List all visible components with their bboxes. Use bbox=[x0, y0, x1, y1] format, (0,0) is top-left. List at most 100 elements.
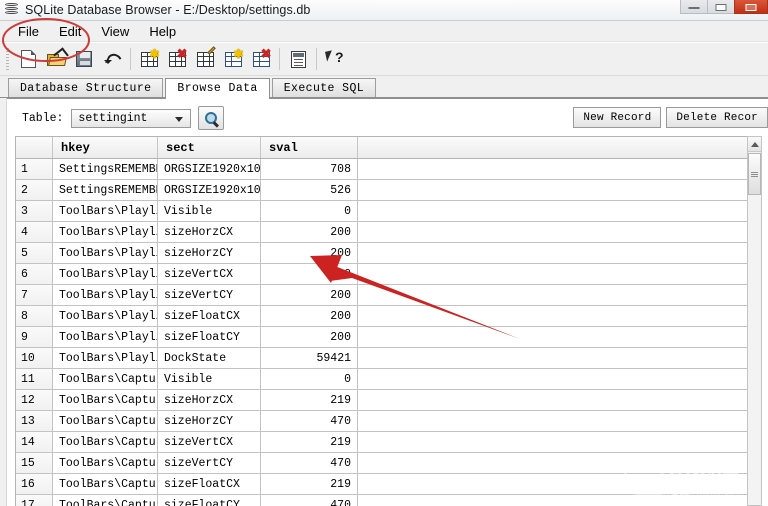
cell-rownum[interactable]: 3 bbox=[16, 201, 53, 221]
cell-sval[interactable]: 219 bbox=[261, 432, 358, 452]
table-row[interactable]: 11ToolBars\CaptureVisible0 bbox=[16, 369, 753, 390]
cell-sect[interactable]: sizeFloatCY bbox=[158, 327, 261, 347]
cell-rownum[interactable]: 5 bbox=[16, 243, 53, 263]
cell-sval[interactable]: 0 bbox=[261, 369, 358, 389]
cell-filler[interactable] bbox=[358, 348, 753, 368]
data-grid-viewport[interactable]: hkey sect sval 1SettingsREMEMBERORGSIZE1… bbox=[15, 136, 753, 506]
cell-filler[interactable] bbox=[358, 243, 753, 263]
cell-filler[interactable] bbox=[358, 432, 753, 452]
cell-rownum[interactable]: 6 bbox=[16, 264, 53, 284]
create-index-button[interactable]: ✱ bbox=[219, 45, 247, 73]
cell-sval[interactable]: 470 bbox=[261, 411, 358, 431]
delete-record-button[interactable]: Delete Recor bbox=[666, 107, 768, 128]
cell-hkey[interactable]: ToolBars\Playlis bbox=[53, 348, 158, 368]
cell-hkey[interactable]: ToolBars\Capture bbox=[53, 474, 158, 494]
cell-sect[interactable]: sizeHorzCY bbox=[158, 411, 261, 431]
cell-rownum[interactable]: 10 bbox=[16, 348, 53, 368]
cell-rownum[interactable]: 8 bbox=[16, 306, 53, 326]
cell-sect[interactable]: sizeVertCY bbox=[158, 453, 261, 473]
cell-rownum[interactable]: 2 bbox=[16, 180, 53, 200]
revert-button[interactable] bbox=[98, 45, 126, 73]
cell-sect[interactable]: sizeHorzCX bbox=[158, 390, 261, 410]
cell-filler[interactable] bbox=[358, 264, 753, 284]
cell-filler[interactable] bbox=[358, 306, 753, 326]
cell-filler[interactable] bbox=[358, 201, 753, 221]
cell-sect[interactable]: Visible bbox=[158, 369, 261, 389]
delete-index-button[interactable]: ✖ bbox=[247, 45, 275, 73]
cell-sval[interactable]: 219 bbox=[261, 390, 358, 410]
modify-table-button[interactable] bbox=[191, 45, 219, 73]
cell-sect[interactable]: sizeFloatCX bbox=[158, 474, 261, 494]
table-row[interactable]: 16ToolBars\CapturesizeFloatCX219 bbox=[16, 474, 753, 495]
cell-rownum[interactable]: 12 bbox=[16, 390, 53, 410]
cell-sval[interactable]: 200 bbox=[261, 243, 358, 263]
table-row[interactable]: 2SettingsREMEMBERORGSIZE1920x1080526 bbox=[16, 180, 753, 201]
cell-sect[interactable]: Visible bbox=[158, 201, 261, 221]
cell-sval[interactable]: 200 bbox=[261, 285, 358, 305]
whats-this-button[interactable]: ? bbox=[321, 45, 349, 73]
cell-sval[interactable]: 0 bbox=[261, 201, 358, 221]
table-row[interactable]: 3ToolBars\PlaylisVisible0 bbox=[16, 201, 753, 222]
create-table-button[interactable]: ✱ bbox=[135, 45, 163, 73]
cell-rownum[interactable]: 7 bbox=[16, 285, 53, 305]
menu-edit[interactable]: Edit bbox=[49, 22, 91, 41]
cell-hkey[interactable]: SettingsREMEMBER bbox=[53, 180, 158, 200]
grid-header-sect[interactable]: sect bbox=[158, 137, 261, 158]
close-button[interactable] bbox=[734, 0, 768, 14]
cell-rownum[interactable]: 13 bbox=[16, 411, 53, 431]
cell-hkey[interactable]: ToolBars\Playlis bbox=[53, 243, 158, 263]
vertical-scrollbar[interactable] bbox=[747, 136, 762, 506]
cell-filler[interactable] bbox=[358, 222, 753, 242]
cell-filler[interactable] bbox=[358, 495, 753, 506]
cell-sect[interactable]: ORGSIZE1920x1080 bbox=[158, 159, 261, 179]
cell-filler[interactable] bbox=[358, 453, 753, 473]
menu-view[interactable]: View bbox=[91, 22, 139, 41]
table-row[interactable]: 6ToolBars\PlaylissizeVertCX200 bbox=[16, 264, 753, 285]
cell-sect[interactable]: sizeHorzCY bbox=[158, 243, 261, 263]
cell-sval[interactable]: 200 bbox=[261, 306, 358, 326]
table-row[interactable]: 4ToolBars\PlaylissizeHorzCX200 bbox=[16, 222, 753, 243]
cell-hkey[interactable]: ToolBars\Playlis bbox=[53, 306, 158, 326]
cell-sval[interactable]: 470 bbox=[261, 495, 358, 506]
table-row[interactable]: 15ToolBars\CapturesizeVertCY470 bbox=[16, 453, 753, 474]
cell-rownum[interactable]: 16 bbox=[16, 474, 53, 494]
table-row[interactable]: 7ToolBars\PlaylissizeVertCY200 bbox=[16, 285, 753, 306]
cell-rownum[interactable]: 11 bbox=[16, 369, 53, 389]
cell-filler[interactable] bbox=[358, 411, 753, 431]
table-select[interactable]: settingint bbox=[71, 109, 191, 128]
cell-hkey[interactable]: ToolBars\Capture bbox=[53, 453, 158, 473]
log-button[interactable] bbox=[284, 45, 312, 73]
save-button[interactable] bbox=[70, 45, 98, 73]
cell-sval[interactable]: 200 bbox=[261, 327, 358, 347]
maximize-button[interactable] bbox=[707, 0, 735, 14]
table-row[interactable]: 13ToolBars\CapturesizeHorzCY470 bbox=[16, 411, 753, 432]
cell-sval[interactable]: 219 bbox=[261, 474, 358, 494]
cell-hkey[interactable]: ToolBars\Playlis bbox=[53, 327, 158, 347]
cell-sect[interactable]: sizeVertCX bbox=[158, 264, 261, 284]
toolbar-grip[interactable] bbox=[6, 48, 9, 70]
cell-hkey[interactable]: ToolBars\Capture bbox=[53, 432, 158, 452]
cell-rownum[interactable]: 1 bbox=[16, 159, 53, 179]
cell-hkey[interactable]: ToolBars\Playlis bbox=[53, 201, 158, 221]
cell-filler[interactable] bbox=[358, 474, 753, 494]
scrollbar-thumb[interactable] bbox=[748, 153, 761, 195]
open-database-button[interactable] bbox=[42, 45, 70, 73]
cell-filler[interactable] bbox=[358, 285, 753, 305]
scroll-up-arrow[interactable] bbox=[748, 137, 761, 152]
cell-rownum[interactable]: 9 bbox=[16, 327, 53, 347]
tab-execute-sql[interactable]: Execute SQL bbox=[272, 78, 376, 98]
cell-hkey[interactable]: ToolBars\Capture bbox=[53, 369, 158, 389]
cell-sval[interactable]: 526 bbox=[261, 180, 358, 200]
search-button[interactable] bbox=[198, 106, 224, 130]
cell-rownum[interactable]: 4 bbox=[16, 222, 53, 242]
table-row[interactable]: 12ToolBars\CapturesizeHorzCX219 bbox=[16, 390, 753, 411]
table-row[interactable]: 1SettingsREMEMBERORGSIZE1920x1080708 bbox=[16, 159, 753, 180]
cell-sval[interactable]: 59421 bbox=[261, 348, 358, 368]
cell-hkey[interactable]: ToolBars\Playlis bbox=[53, 285, 158, 305]
cell-filler[interactable] bbox=[358, 180, 753, 200]
cell-sval[interactable]: 200 bbox=[261, 264, 358, 284]
table-row[interactable]: 17ToolBars\CapturesizeFloatCY470 bbox=[16, 495, 753, 506]
grid-header-sval[interactable]: sval bbox=[261, 137, 358, 158]
table-row[interactable]: 10ToolBars\PlaylisDockState59421 bbox=[16, 348, 753, 369]
cell-filler[interactable] bbox=[358, 327, 753, 347]
